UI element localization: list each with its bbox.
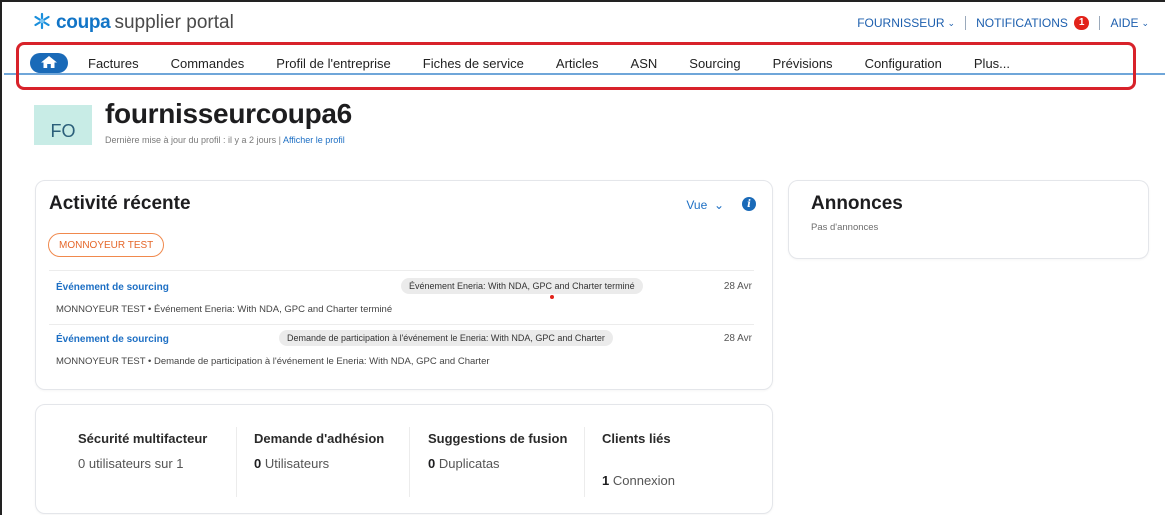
stat-linked-customers[interactable]: Clients liés 1 Connexion [602,430,742,489]
avatar: FO [34,105,92,145]
stat-value-number: 1 [602,473,610,488]
recent-activity-card: Activité récente Vue ⌄ i MONNOYEUR TEST … [35,180,773,390]
stat-value: 0 Duplicatas [428,456,568,472]
stat-value-text: Duplicatas [438,456,500,471]
coupa-snowflake-icon [32,12,52,34]
announcements-card: Annonces Pas d'annonces [788,180,1149,259]
event-date: 28 Avr [723,281,752,292]
nav-highlight-box [16,42,1136,90]
info-icon[interactable]: i [742,197,756,211]
chevron-down-icon: ⌄ [1141,17,1149,28]
aide-label: AIDE [1110,16,1139,30]
announcements-title: Annonces [811,193,903,214]
stat-mfa[interactable]: Sécurité multifacteur 0 utilisateurs sur… [78,430,218,472]
view-dropdown[interactable]: Vue ⌄ [686,198,724,212]
divider [1099,16,1101,30]
stat-value-text: Connexion [612,473,676,488]
stat-value: 0 utilisateurs sur 1 [78,456,218,472]
coupa-logo[interactable]: coupa supplier portal [32,12,234,34]
portal-name: supplier portal [114,12,234,33]
event-date: 28 Avr [723,333,752,344]
chevron-down-icon: ⌄ [947,17,956,28]
stat-label: Suggestions de fusion [428,431,568,446]
profile-updated-line: Dernière mise à jour du profil : il y a … [105,135,345,145]
stat-value: 0 Utilisateurs [254,456,394,472]
stat-value: 1 Connexion [602,473,742,489]
divider [49,270,754,271]
divider [965,16,967,30]
event-description: MONNOYEUR TEST • Événement Eneria: With … [56,304,393,315]
brand-name: coupa [56,12,111,33]
aide-menu[interactable]: AIDE ⌄ [1110,16,1149,30]
view-profile-link[interactable]: Afficher le profil [283,135,345,145]
divider [49,324,754,325]
stat-label: Clients liés [602,431,671,446]
notifications-menu[interactable]: NOTIFICATIONS 1 [976,16,1090,30]
profile-updated-text: Dernière mise à jour du profil : il y a … [105,135,281,145]
stat-label: Sécurité multifacteur [78,431,208,446]
fournisseur-label: FOURNISSEUR [857,16,945,30]
event-type-link[interactable]: Événement de sourcing [56,334,169,345]
stat-merge-suggestions[interactable]: Suggestions de fusion 0 Duplicatas [428,430,568,472]
divider [409,427,410,497]
divider [584,427,585,497]
chevron-down-icon: ⌄ [710,198,724,212]
divider [236,427,237,497]
stat-value-number: 0 [254,456,262,471]
customer-filter-pill[interactable]: MONNOYEUR TEST [48,233,165,257]
event-status-badge: Demande de participation à l'événement l… [279,330,613,346]
app-frame: coupa supplier portal FOURNISSEUR ⌄ NOTI… [0,0,1165,515]
notifications-label: NOTIFICATIONS [976,16,1068,30]
event-type-link[interactable]: Événement de sourcing [56,282,169,293]
page-title: fournisseurcoupa6 [105,98,352,129]
top-menu: FOURNISSEUR ⌄ NOTIFICATIONS 1 AIDE ⌄ [857,16,1149,30]
event-status-badge: Événement Eneria: With NDA, GPC and Char… [401,278,643,294]
stat-value-text: 0 utilisateurs sur 1 [78,456,184,471]
announcements-empty: Pas d'annonces [811,222,879,233]
event-description: MONNOYEUR TEST • Demande de participatio… [56,356,490,367]
account-stats-card: Sécurité multifacteur 0 utilisateurs sur… [35,404,773,514]
top-bar: coupa supplier portal FOURNISSEUR ⌄ NOTI… [4,4,1165,42]
stat-value-number: 0 [428,456,436,471]
unread-dot [550,295,554,299]
stat-label: Demande d'adhésion [254,431,385,446]
fournisseur-menu[interactable]: FOURNISSEUR ⌄ [857,16,955,30]
notification-count-badge: 1 [1073,16,1090,30]
recent-activity-title: Activité récente [49,193,191,214]
view-dropdown-label: Vue [686,198,708,212]
stat-value-text: Utilisateurs [264,456,330,471]
stat-join-requests[interactable]: Demande d'adhésion 0 Utilisateurs [254,430,394,472]
